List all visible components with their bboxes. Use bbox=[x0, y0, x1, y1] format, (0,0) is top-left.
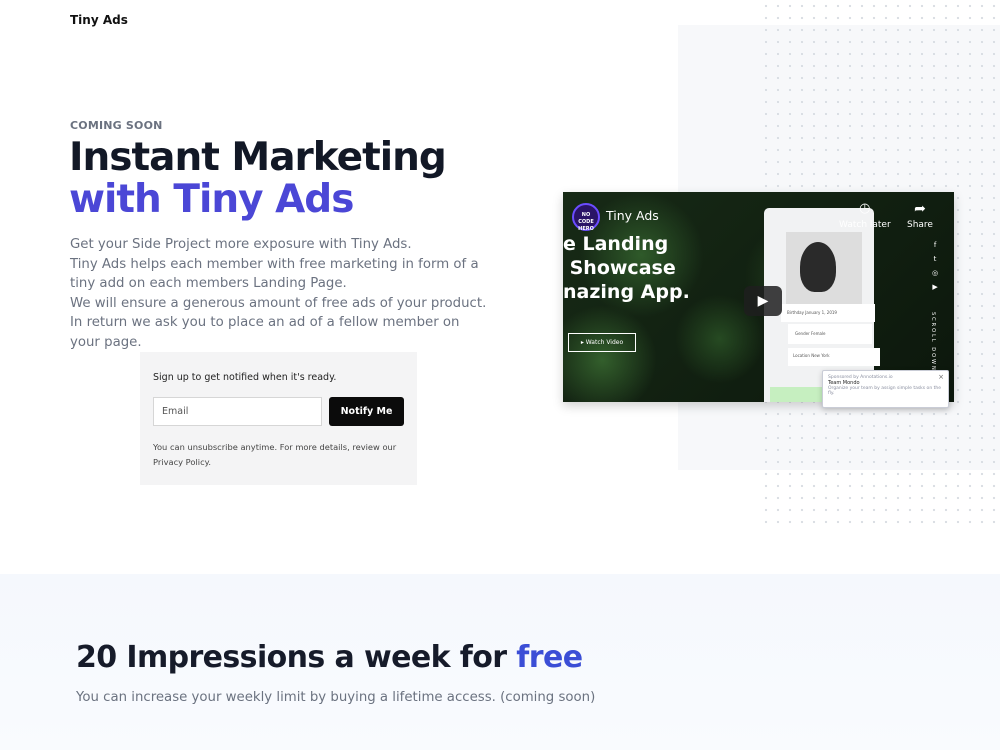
section-title: 20 Impressions a week for free bbox=[76, 640, 583, 675]
hero-title-line1: Instant Marketing bbox=[69, 135, 447, 180]
section-title-accent: free bbox=[516, 640, 583, 675]
profile-card-gender: Gender Female bbox=[788, 324, 872, 344]
social-icons: f t ◎ ▶ bbox=[932, 238, 938, 294]
unsubscribe-note: You can unsubscribe anytime. For more de… bbox=[153, 440, 404, 470]
hero-title-line2: with Tiny Ads bbox=[69, 177, 354, 222]
signup-title: Sign up to get notified when it's ready. bbox=[153, 372, 337, 383]
hero-title: Instant Marketing with Tiny Ads bbox=[69, 135, 447, 222]
profile-card-location: Location New York bbox=[788, 348, 880, 366]
sponsored-popup[interactable]: Sponsored by Annotations.io × Team Mondo… bbox=[822, 370, 949, 408]
watch-later-button[interactable]: ◷ Watch later bbox=[839, 201, 891, 230]
watch-later-label: Watch later bbox=[839, 220, 891, 230]
play-icon: ▶ bbox=[757, 293, 769, 309]
section-title-text: 20 Impressions a week for bbox=[76, 640, 517, 675]
youtube-icon[interactable]: ▶ bbox=[932, 280, 938, 294]
birthday-value: January 1, 2019 bbox=[805, 310, 837, 315]
instagram-icon[interactable]: ◎ bbox=[932, 266, 938, 280]
play-button[interactable]: ▶ bbox=[744, 286, 782, 316]
channel-logo[interactable]: NO CODE HERO bbox=[572, 203, 600, 232]
gender-label: Gender bbox=[795, 331, 810, 336]
email-input[interactable] bbox=[153, 397, 322, 426]
profile-photo bbox=[800, 242, 836, 292]
twitter-icon[interactable]: t bbox=[932, 252, 938, 266]
eyebrow-label: COMING SOON bbox=[70, 119, 163, 132]
video-title[interactable]: Tiny Ads bbox=[606, 208, 659, 223]
share-label: Share bbox=[907, 220, 933, 230]
green-panel bbox=[770, 387, 830, 402]
gender-value: Female bbox=[811, 331, 826, 336]
description-line: Get your Side Project more exposure with… bbox=[70, 237, 412, 252]
video-overlay-text: e Landing Showcase nazing App. bbox=[563, 233, 690, 303]
signup-row: Notify Me bbox=[153, 397, 404, 426]
share-icon: ➦ bbox=[914, 201, 926, 217]
description-line: We will ensure a generous amount of free… bbox=[70, 295, 487, 350]
fine-print-text: You can unsubscribe anytime. For more de… bbox=[153, 442, 397, 452]
location-label: Location bbox=[793, 353, 810, 358]
section-subtitle: You can increase your weekly limit by bu… bbox=[76, 690, 596, 705]
birthday-label: Birthday bbox=[787, 310, 804, 315]
page: Tiny Ads COMING SOON Instant Marketing w… bbox=[0, 0, 1000, 750]
signup-card: Sign up to get notified when it's ready.… bbox=[140, 352, 417, 485]
popup-body: Organize your team by assign simple task… bbox=[828, 386, 941, 396]
description-line: Tiny Ads helps each member with free mar… bbox=[70, 256, 479, 292]
privacy-policy-link[interactable]: Privacy Policy. bbox=[153, 457, 211, 467]
watch-video-button: ▸ Watch Video bbox=[568, 333, 636, 352]
close-icon[interactable]: × bbox=[938, 373, 944, 381]
brand-logo[interactable]: Tiny Ads bbox=[70, 13, 128, 27]
watch-video-label: Watch Video bbox=[585, 339, 624, 346]
hero-description: Get your Side Project more exposure with… bbox=[70, 235, 490, 352]
share-button[interactable]: ➦ Share bbox=[907, 201, 933, 230]
scroll-down-label: SCROLL DOWN bbox=[930, 312, 936, 372]
facebook-icon[interactable]: f bbox=[932, 238, 938, 252]
profile-card-birthday: Birthday January 1, 2019 bbox=[781, 304, 875, 322]
location-value: New York bbox=[811, 353, 830, 358]
notify-me-button[interactable]: Notify Me bbox=[329, 397, 404, 426]
clock-icon: ◷ bbox=[859, 201, 871, 216]
